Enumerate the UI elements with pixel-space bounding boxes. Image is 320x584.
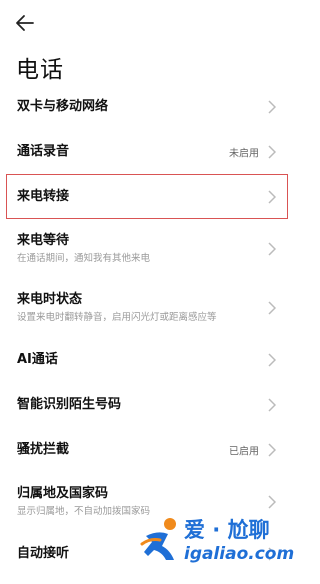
chevron-right-icon bbox=[268, 494, 276, 509]
call-recording-item[interactable]: 通话录音 未启用 bbox=[0, 129, 293, 174]
chevron-right-icon bbox=[268, 241, 276, 256]
item-description: 设置来电时翻转静音，启用闪光灯或距离感应等 bbox=[17, 312, 217, 323]
spam-blocking-item[interactable]: 骚扰拦截 已启用 bbox=[0, 427, 293, 472]
call-waiting-item[interactable]: 来电等待 在通话期间，通知我有其他来电 bbox=[0, 219, 293, 278]
item-description: 在通话期间，通知我有其他来电 bbox=[17, 253, 151, 264]
chevron-right-icon bbox=[268, 442, 276, 457]
arrow-left-icon[interactable] bbox=[14, 12, 36, 34]
runner-logo-icon bbox=[140, 518, 176, 560]
chevron-right-icon bbox=[268, 144, 276, 159]
item-label: 来电时状态 bbox=[17, 292, 83, 307]
watermark-chinese-text: 爱 · 尬聊 bbox=[184, 518, 270, 542]
chevron-right-icon bbox=[268, 352, 276, 367]
item-label: 双卡与移动网络 bbox=[17, 99, 109, 114]
status-value: 已启用 bbox=[229, 446, 259, 457]
call-forwarding-item[interactable]: 来电转接 bbox=[6, 174, 288, 219]
chevron-right-icon bbox=[268, 189, 276, 204]
item-label: AI通话 bbox=[17, 352, 58, 367]
item-label: 智能识别陌生号码 bbox=[17, 397, 122, 412]
top-bar bbox=[0, 0, 293, 44]
chevron-right-icon bbox=[268, 99, 276, 114]
watermark: 爱 · 尬聊 igaliao.com bbox=[140, 510, 294, 570]
incoming-call-status-item[interactable]: 来电时状态 设置来电时翻转静音，启用闪光灯或距离感应等 bbox=[0, 278, 293, 337]
identify-unknown-numbers-item[interactable]: 智能识别陌生号码 bbox=[0, 382, 293, 427]
page-title: 电话 bbox=[16, 57, 64, 83]
dual-sim-network-item[interactable]: 双卡与移动网络 bbox=[0, 84, 293, 129]
item-label: 骚扰拦截 bbox=[17, 442, 70, 457]
settings-list: 双卡与移动网络 通话录音 未启用 来电转接 来电等待 在通话期间，通知我有其他来… bbox=[0, 84, 293, 576]
watermark-url-text: igaliao.com bbox=[184, 544, 295, 564]
ai-call-item[interactable]: AI通话 bbox=[0, 337, 293, 382]
status-value: 未启用 bbox=[229, 148, 259, 159]
item-label: 来电等待 bbox=[17, 233, 70, 248]
chevron-right-icon bbox=[268, 397, 276, 412]
chevron-right-icon bbox=[268, 300, 276, 315]
item-label: 归属地及国家码 bbox=[17, 486, 109, 501]
item-label: 通话录音 bbox=[17, 144, 70, 159]
item-label: 来电转接 bbox=[17, 189, 70, 204]
